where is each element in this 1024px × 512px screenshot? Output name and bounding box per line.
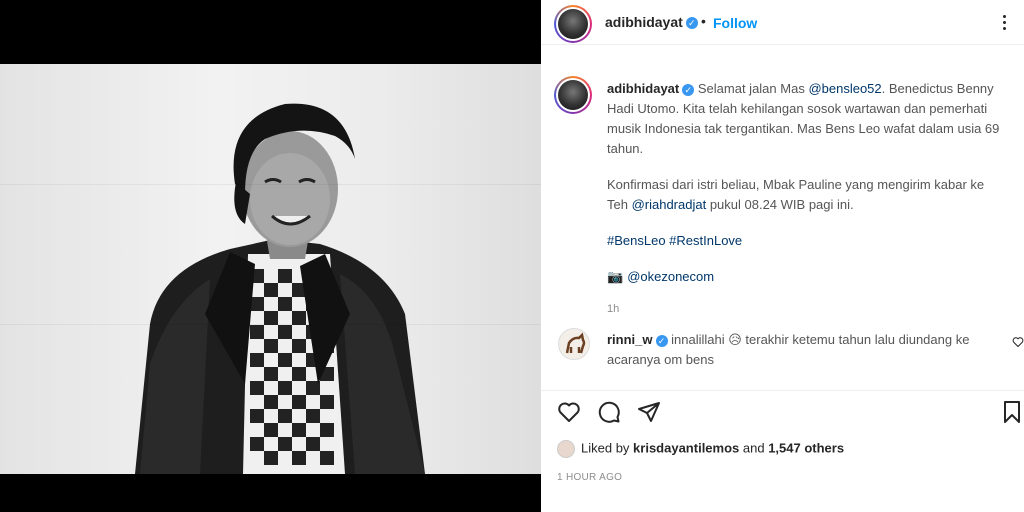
mention-link[interactable]: @riahdradjat xyxy=(632,197,707,212)
likes-middle: and xyxy=(739,440,769,456)
caption-username[interactable]: adibhidayat xyxy=(607,81,679,96)
caption-text: Selamat jalan Mas xyxy=(697,81,809,96)
verified-icon: ✓ xyxy=(655,334,668,347)
caption-avatar[interactable] xyxy=(554,76,592,114)
header-avatar[interactable] xyxy=(554,5,592,43)
caption-paragraph-1: adibhidayat ✓ Selamat jalan Mas @bensleo5… xyxy=(607,79,1007,159)
post-caption: adibhidayat ✓ Selamat jalan Mas @bensleo5… xyxy=(607,79,1007,319)
header-separator: • xyxy=(701,13,706,29)
share-icon[interactable] xyxy=(637,400,661,424)
heart-icon[interactable] xyxy=(557,400,581,424)
caption-hashtags: #BensLeo #RestInLove xyxy=(607,231,1007,251)
likes-summary: Liked by krisdayantilemos and 1,547 othe… xyxy=(557,440,844,458)
verified-icon: ✓ xyxy=(682,83,695,96)
comment-like-icon[interactable] xyxy=(1012,336,1024,348)
caption-text: pukul 08.24 WIB pagi ini. xyxy=(706,197,854,212)
more-icon[interactable] xyxy=(994,12,1014,32)
post-timestamp[interactable]: 1 HOUR AGO xyxy=(557,472,622,483)
save-icon[interactable] xyxy=(1000,400,1024,424)
likes-prefix: Liked by xyxy=(581,440,634,456)
camera-icon: 📷 xyxy=(607,269,624,284)
caption-credit: 📷 @okezonecom xyxy=(607,267,1007,287)
header-username[interactable]: adibhidayat xyxy=(605,14,683,30)
liker-avatar[interactable] xyxy=(557,440,575,458)
post-photo[interactable] xyxy=(0,64,541,474)
verified-icon: ✓ xyxy=(685,16,698,29)
caption-time: 1h xyxy=(607,303,620,315)
likes-count[interactable]: 1,547 others xyxy=(768,440,844,455)
hashtag-links[interactable]: #BensLeo #RestInLove xyxy=(607,233,742,248)
post-side-panel: adibhidayat ✓ • Follow adibhidayat ✓ Selam… xyxy=(541,0,1024,512)
person-photo-illustration xyxy=(135,103,425,474)
comment-username[interactable]: rinni_w xyxy=(607,332,653,347)
comment-icon[interactable] xyxy=(597,400,621,424)
liker-username[interactable]: krisdayantilemos xyxy=(633,440,739,455)
comment-avatar[interactable] xyxy=(558,328,590,360)
header-username-wrap: adibhidayat ✓ xyxy=(605,14,698,32)
post-media-area xyxy=(0,0,541,512)
post-actions xyxy=(541,398,1024,428)
follow-button[interactable]: Follow xyxy=(713,15,757,31)
mention-link[interactable]: @bensleo52 xyxy=(808,81,881,96)
caption-paragraph-2: Konfirmasi dari istri beliau, Mbak Pauli… xyxy=(607,175,1007,215)
post-header: adibhidayat ✓ • Follow xyxy=(541,0,1024,45)
comments-section: adibhidayat ✓ Selamat jalan Mas @bensleo5… xyxy=(541,46,1024,391)
comment-text-wrap: rinni_w ✓ innalillahi 😥 terakhir ketemu t… xyxy=(607,330,977,370)
credit-link[interactable]: @okezonecom xyxy=(627,269,714,284)
